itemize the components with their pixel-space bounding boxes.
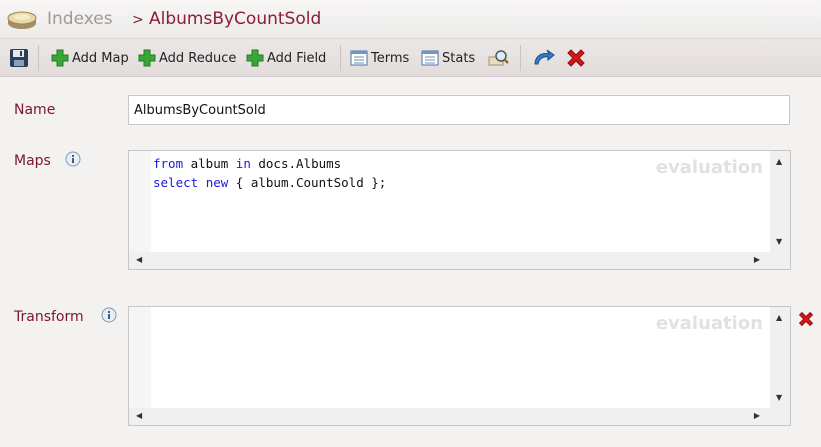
vertical-scrollbar[interactable]: ▲ ▼ [770, 307, 790, 408]
editor-gutter [129, 151, 151, 252]
code-keyword: in [235, 156, 251, 171]
toolbar-divider [340, 45, 341, 71]
scroll-right-icon[interactable]: ▶ [754, 256, 760, 264]
add-map-button[interactable]: Add Map [51, 47, 129, 69]
reset-index-button[interactable] [532, 47, 556, 69]
name-field[interactable] [128, 95, 790, 125]
add-reduce-label: Add Reduce [159, 50, 237, 66]
save-icon [10, 49, 28, 67]
transform-editor[interactable]: evaluation ▲ ▼ ◀ ▶ [128, 306, 791, 426]
vertical-scrollbar[interactable]: ▲ ▼ [770, 151, 790, 252]
close-icon [798, 311, 814, 327]
evaluation-watermark: evaluation [655, 157, 763, 178]
delete-index-button[interactable] [565, 47, 587, 69]
maps-editor[interactable]: from album in docs.Albums select new { a… [128, 150, 791, 270]
code-keyword: from [153, 156, 184, 171]
code-text: album [183, 156, 236, 171]
add-field-label: Add Field [267, 50, 327, 66]
list-icon [350, 50, 368, 66]
header-bar: Indexes > AlbumsByCountSold [0, 0, 821, 39]
database-icon [6, 6, 38, 36]
horizontal-scrollbar[interactable]: ◀ ▶ [129, 408, 790, 425]
query-button[interactable] [488, 47, 510, 69]
transform-label: Transform [14, 309, 84, 325]
plus-icon [51, 49, 69, 67]
scrollbar-corner [770, 252, 790, 269]
editor-gutter [129, 307, 151, 408]
scroll-left-icon[interactable]: ◀ [136, 412, 142, 420]
scroll-down-icon[interactable]: ▼ [776, 238, 782, 246]
code-text: docs.Albums [250, 156, 342, 171]
scroll-down-icon[interactable]: ▼ [776, 394, 782, 402]
breadcrumb-indexes-link[interactable]: Indexes [47, 9, 113, 29]
remove-transform-button[interactable] [797, 310, 815, 332]
toolbar-divider [520, 45, 521, 71]
page-title: AlbumsByCountSold [149, 9, 322, 29]
toolbar: Add Map Add Reduce Add Field Terms Stats [0, 39, 821, 77]
add-reduce-button[interactable]: Add Reduce [138, 47, 236, 69]
evaluation-watermark: evaluation [655, 313, 763, 334]
toolbar-divider [38, 45, 39, 71]
scroll-up-icon[interactable]: ▲ [776, 314, 782, 322]
list-icon [421, 50, 439, 66]
code-keyword: new [205, 175, 229, 190]
save-button[interactable] [9, 47, 29, 69]
stats-button[interactable]: Stats [421, 47, 475, 69]
info-icon[interactable] [101, 307, 117, 323]
horizontal-scrollbar[interactable]: ◀ ▶ [129, 252, 790, 269]
reset-icon [534, 49, 555, 65]
add-field-button[interactable]: Add Field [246, 47, 326, 69]
stats-label: Stats [442, 50, 476, 66]
terms-label: Terms [371, 50, 410, 66]
scroll-right-icon[interactable]: ▶ [754, 412, 760, 420]
delete-icon [567, 49, 585, 67]
scroll-up-icon[interactable]: ▲ [776, 158, 782, 166]
scroll-left-icon[interactable]: ◀ [136, 256, 142, 264]
breadcrumb-separator: > [132, 12, 144, 28]
terms-button[interactable]: Terms [350, 47, 409, 69]
code-keyword: select [153, 175, 199, 190]
code-text: { album.CountSold }; [228, 175, 387, 190]
magnifier-icon [488, 50, 509, 66]
name-label: Name [14, 102, 56, 118]
add-map-label: Add Map [72, 50, 129, 66]
plus-icon [246, 49, 264, 67]
scrollbar-corner [770, 408, 790, 425]
plus-icon [138, 49, 156, 67]
info-icon[interactable] [65, 151, 81, 167]
maps-label: Maps [14, 153, 51, 169]
